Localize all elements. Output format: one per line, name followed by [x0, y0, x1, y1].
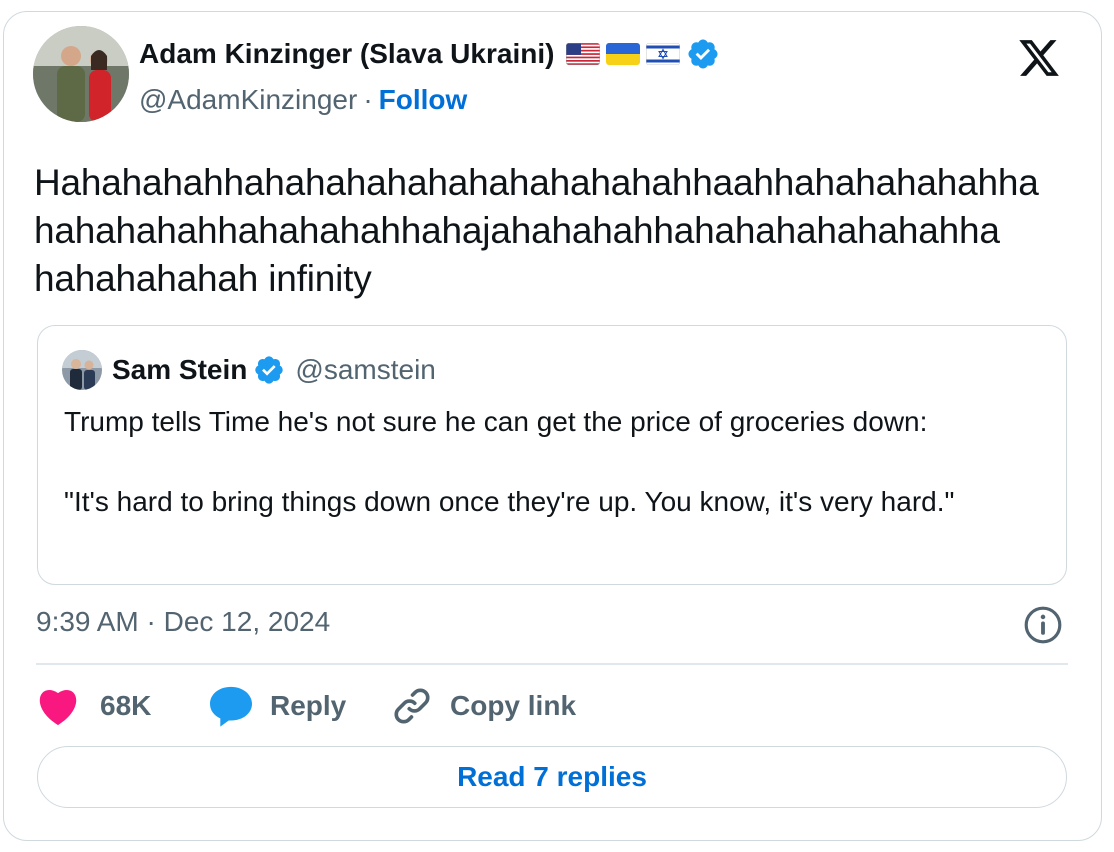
copy-link-label: Copy link — [450, 690, 577, 721]
reply-label: Reply — [270, 690, 347, 721]
flag-group — [566, 43, 681, 65]
us-flag-icon — [566, 43, 601, 65]
copy-link-button[interactable]: Copy link — [390, 684, 576, 728]
ukraine-flag-icon — [606, 43, 641, 65]
tweet-text-line: hahahahahhahahahahhahajahahahahhahahahah… — [34, 210, 1000, 251]
author-handle[interactable]: @AdamKinzinger — [139, 84, 357, 116]
quoted-text-paragraph: "It's hard to bring things down once the… — [64, 486, 955, 517]
separator-dot: · — [363, 84, 373, 115]
quoted-author-avatar[interactable] — [62, 350, 102, 390]
author-avatar[interactable] — [33, 26, 129, 122]
follow-button[interactable]: Follow — [379, 84, 468, 116]
verified-badge-icon[interactable] — [686, 37, 720, 71]
like-button[interactable]: 68K — [36, 686, 208, 726]
quoted-author-handle[interactable]: @samstein — [295, 354, 435, 386]
verified-badge-icon — [255, 356, 284, 384]
tweet-text-line: hahahahahah infinity — [34, 258, 372, 299]
heart-icon — [39, 690, 77, 726]
reply-bubble-icon — [210, 686, 252, 727]
like-count: 68K — [100, 690, 152, 721]
author-name[interactable]: Adam Kinzinger (Slava Ukraini) — [139, 38, 554, 70]
link-icon — [394, 688, 430, 724]
divider — [36, 663, 1068, 665]
info-icon[interactable] — [1022, 604, 1064, 646]
quoted-tweet[interactable]: Sam Stein @samstein Trump tells Time he'… — [37, 325, 1067, 585]
x-logo-icon[interactable] — [1017, 36, 1061, 80]
tweet-timestamp[interactable]: 9:39 AM · Dec 12, 2024 — [36, 606, 330, 638]
action-bar: 68K Reply Copy link — [36, 684, 576, 728]
read-replies-button[interactable]: Read 7 replies — [37, 746, 1067, 808]
quoted-tweet-text: Trump tells Time he's not sure he can ge… — [64, 402, 1044, 522]
quoted-text-line: Trump tells Time he's not sure he can ge… — [64, 406, 928, 437]
tweet-header: Adam Kinzinger (Slava Ukraini) @AdamKinz… — [33, 26, 1063, 126]
reply-button[interactable]: Reply — [208, 685, 390, 727]
israel-flag-icon — [646, 43, 681, 65]
tweet-text-line: Hahahahahhahahahahahahahahahahahhaahhaha… — [34, 162, 1039, 203]
tweet-text: Hahahahahhahahahahahahahahahahahhaahhaha… — [34, 159, 1074, 303]
quoted-author-name[interactable]: Sam Stein — [112, 354, 247, 386]
